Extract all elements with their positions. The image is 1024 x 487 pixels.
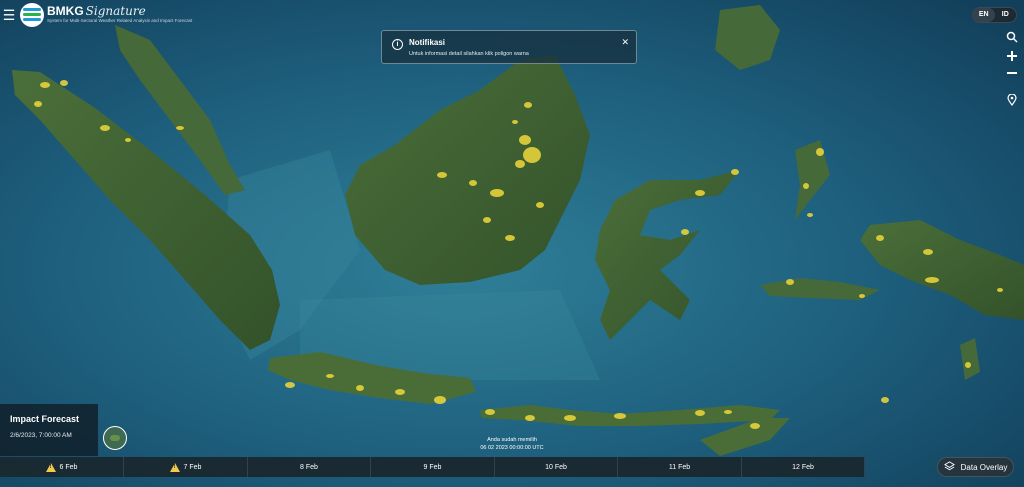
basemap-thumbnail-button[interactable] [103, 426, 127, 450]
zoom-out-button[interactable] [1004, 67, 1020, 83]
day-label: 6 Feb [59, 463, 78, 471]
day-label: 11 Feb [668, 463, 691, 471]
lang-id-button[interactable]: ID [995, 8, 1017, 22]
app-title-text: BMKG [47, 4, 84, 18]
day-label: 8 Feb [300, 463, 318, 471]
timeline-day-8-feb[interactable]: 8 Feb [248, 457, 371, 477]
timeline-day-6-feb[interactable]: 6 Feb [0, 457, 124, 477]
selected-datetime: 06 02 2023 00:00:00 UTC [480, 445, 544, 451]
bmkg-logo [20, 3, 44, 27]
selected-label: Anda sudah memilih [487, 437, 537, 443]
day-label: 9 Feb [423, 463, 442, 471]
day-label: 7 Feb [183, 463, 202, 471]
day-label: 10 Feb [545, 463, 567, 471]
data-overlay-button[interactable]: Data Overlay [937, 457, 1014, 477]
satellite-map[interactable] [0, 0, 1024, 487]
impact-forecast-panel: Impact Forecast 2/6/2023, 7:00:00 AM [0, 404, 98, 456]
language-switch[interactable]: EN ID [972, 7, 1017, 23]
zoom-in-button[interactable] [1004, 50, 1020, 66]
timeline-day-7-feb[interactable]: 7 Feb [124, 457, 248, 477]
search-icon[interactable] [1004, 31, 1020, 47]
layers-icon [943, 460, 955, 474]
app-title: BMKG Signature [47, 4, 146, 18]
app-root: ☰ BMKG Signature System for Multi-Sectora… [0, 0, 1024, 487]
app-title-script: Signature [85, 4, 146, 18]
data-overlay-label: Data Overlay [960, 462, 1008, 472]
forecast-title: Impact Forecast [10, 414, 80, 424]
info-icon: i [392, 39, 403, 50]
timeline-day-9-feb[interactable]: 9 Feb [371, 457, 495, 477]
day-label: 12 Feb [792, 463, 814, 471]
location-pin-icon[interactable] [1004, 93, 1020, 110]
close-icon[interactable]: ✕ [621, 37, 629, 48]
notification-message: Untuk informasi detail silahkan klik pol… [409, 51, 529, 57]
warning-icon [45, 462, 56, 472]
menu-icon[interactable]: ☰ [2, 8, 16, 22]
notification-panel: i Notifikasi Untuk informasi detail sila… [381, 30, 637, 64]
lang-en-button[interactable]: EN [973, 8, 995, 22]
app-subtitle: System for Multi-Sectoral Weather Relate… [47, 18, 193, 23]
forecast-datetime: 2/6/2023, 7:00:00 AM [10, 432, 72, 439]
day-timeline: 6 Feb 7 Feb 8 Feb 9 Feb 10 Feb 11 Feb 12… [0, 457, 865, 477]
timeline-day-12-feb[interactable]: 12 Feb [742, 457, 865, 477]
selected-date-note: Anda sudah memilih 06 02 2023 00:00:00 U… [430, 436, 594, 452]
warning-icon [169, 462, 180, 472]
notification-title: Notifikasi [409, 38, 446, 47]
timeline-day-10-feb[interactable]: 10 Feb [495, 457, 618, 477]
timeline-day-11-feb[interactable]: 11 Feb [618, 457, 742, 477]
